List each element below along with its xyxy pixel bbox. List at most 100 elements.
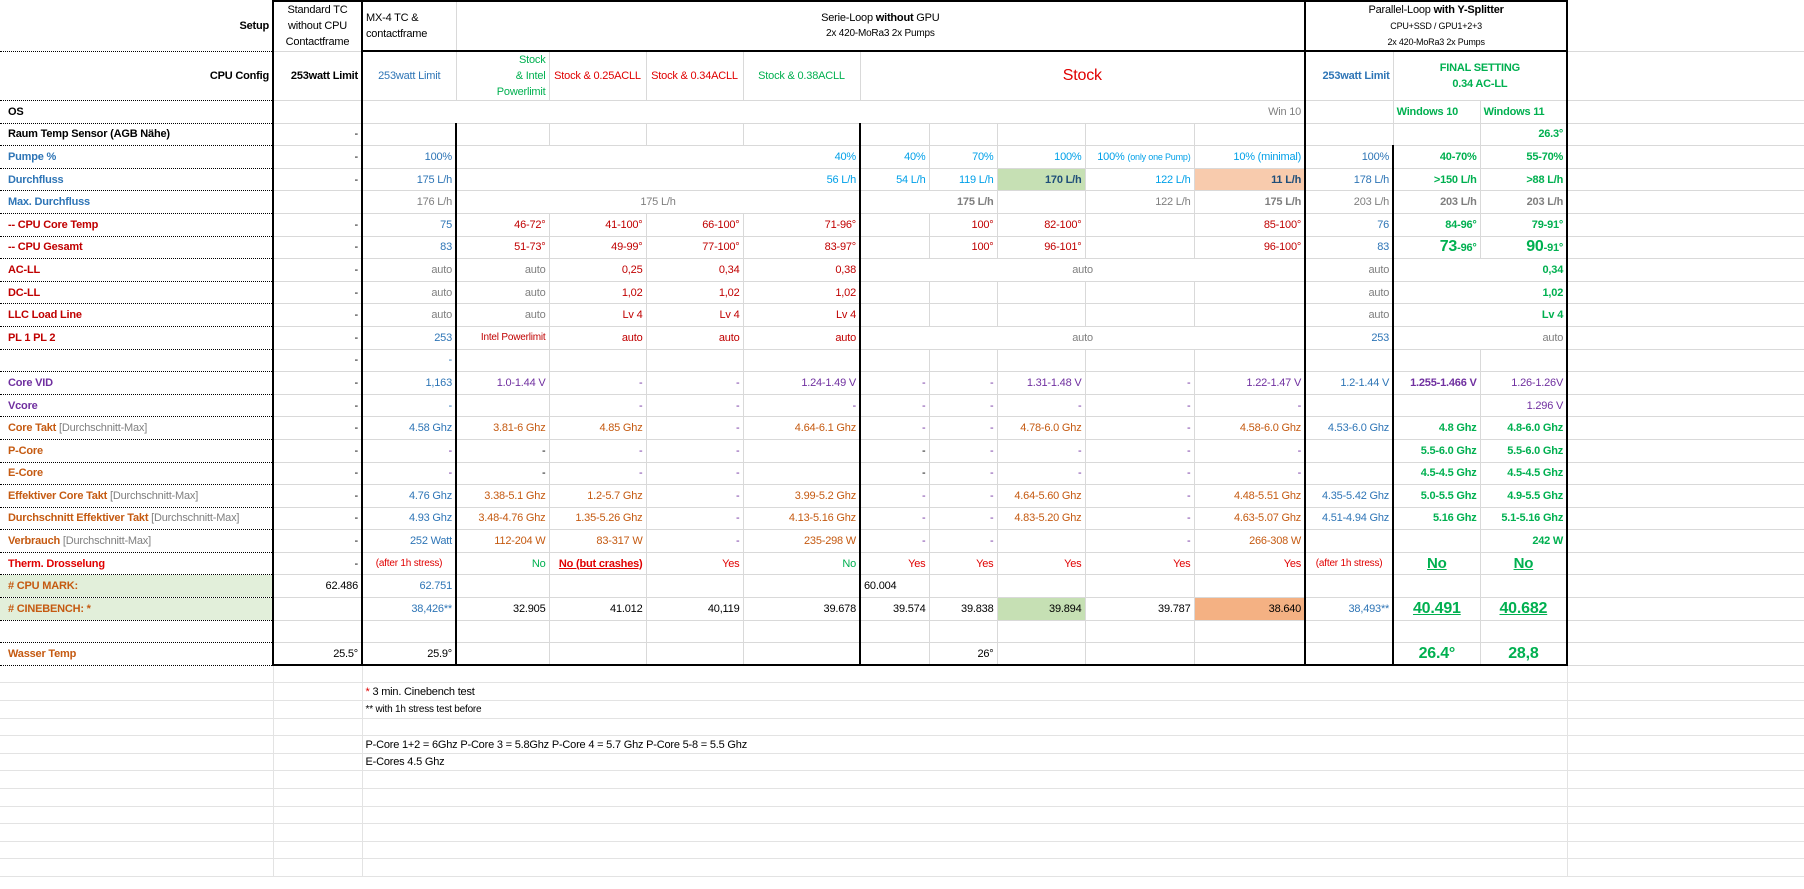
row-label: CPU Config bbox=[0, 51, 273, 101]
text-part: 3 min. Cinebench test bbox=[372, 685, 475, 698]
cell-text: 4.51-4.94 Ghz bbox=[1321, 512, 1390, 525]
cell-text: 76 bbox=[1377, 218, 1390, 231]
cell-text: 1,02 bbox=[1542, 286, 1564, 299]
row-label-text: Wasser Temp bbox=[8, 648, 77, 661]
table-row: Vcore - - - - - - - - - - 1.296 V bbox=[0, 393, 1804, 418]
cell-text: 83 bbox=[1377, 241, 1390, 254]
cell-text: 25.5° bbox=[333, 647, 358, 660]
cell-line: Serie-Loop without GPU bbox=[460, 10, 1302, 26]
cell-text: - bbox=[1187, 489, 1191, 502]
cell bbox=[1304, 461, 1394, 486]
cell bbox=[928, 619, 998, 644]
cell bbox=[1566, 823, 1804, 842]
cell-text: 4.35-5.42 Ghz bbox=[1321, 489, 1390, 502]
cell: 83 bbox=[361, 235, 457, 260]
cell-text: 122 L/h bbox=[1155, 196, 1191, 209]
cell-text: - bbox=[448, 399, 453, 412]
table-row: Therm. Drosselung - (after 1h stress) No No … bbox=[0, 551, 1804, 576]
cell-text: 26.4° bbox=[1418, 644, 1456, 662]
cell bbox=[1566, 281, 1804, 305]
cell-text: 3.48-4.76 Ghz bbox=[478, 512, 546, 525]
cell: auto bbox=[361, 280, 457, 305]
cell: 253watt Limit bbox=[1304, 50, 1394, 101]
cell: MX-4 TC & contactframe bbox=[361, 0, 457, 52]
cell-text: 1,02 bbox=[835, 286, 856, 299]
cell: No bbox=[455, 551, 550, 576]
cell-text: No bbox=[1513, 555, 1534, 573]
cell bbox=[996, 348, 1086, 373]
cell-text: Intel Powerlimit bbox=[480, 332, 546, 344]
cell bbox=[1566, 123, 1804, 147]
cell: - bbox=[928, 371, 998, 395]
cell-text: 1.255-1.466 V bbox=[1410, 376, 1477, 389]
cell-text: 40.682 bbox=[1499, 599, 1548, 617]
cell-text: 235-298 W bbox=[803, 535, 856, 548]
cell-line: Stock bbox=[460, 52, 546, 68]
cell: 100° bbox=[928, 235, 998, 260]
table-row: Verbrauch [Durchschnitt-Max] - 252 Watt 112… bbox=[0, 529, 1804, 553]
cell-text: - bbox=[736, 376, 740, 389]
cell: 56 L/h bbox=[455, 167, 861, 192]
cell bbox=[1566, 371, 1804, 395]
cell: 1,163 bbox=[361, 371, 457, 395]
cell: 175 L/h bbox=[361, 167, 457, 192]
cell-text: 96-101° bbox=[1044, 241, 1082, 254]
cell: 4.8 Ghz bbox=[1392, 416, 1481, 440]
cell-text: 66-100° bbox=[702, 218, 740, 231]
cell: - bbox=[996, 438, 1086, 463]
cell-line: FINAL SETTING bbox=[1397, 60, 1564, 76]
cell: - bbox=[361, 438, 457, 463]
table-row: Core Takt [Durchschnitt-Max] - 4.58 Ghz 3.8… bbox=[0, 416, 1804, 440]
cell: 32.905 bbox=[455, 597, 550, 621]
cell bbox=[1566, 439, 1804, 463]
cell: 83-317 W bbox=[548, 529, 647, 553]
note-row bbox=[0, 788, 1804, 807]
cell-text: No bbox=[842, 557, 856, 570]
text-part: Serie-Loop bbox=[821, 12, 876, 24]
note-row: E-Cores 4.5 Ghz bbox=[0, 752, 1804, 772]
cell-text: Windows 11 bbox=[1483, 105, 1545, 118]
cell: No bbox=[1392, 551, 1481, 576]
cell: - bbox=[859, 529, 930, 553]
cell: 38,426** bbox=[361, 597, 457, 621]
cell bbox=[1304, 348, 1394, 373]
cell-text: 1.2-5.7 Ghz bbox=[587, 489, 643, 502]
cell-text: 100% bbox=[1361, 150, 1390, 163]
row-label-text: Setup bbox=[239, 19, 269, 32]
cell-text: 85-100° bbox=[1263, 218, 1302, 231]
cell: 84-96° bbox=[1392, 212, 1481, 237]
cell: 4.5-4.5 Ghz bbox=[1479, 461, 1568, 486]
row-label-sub: [Durchschnitt-Max] bbox=[107, 489, 199, 502]
row-label: -- CPU Core Temp bbox=[0, 213, 273, 237]
cell bbox=[1084, 212, 1195, 237]
cell: - bbox=[645, 438, 744, 463]
cell-text: 38,426** bbox=[411, 602, 452, 615]
cell-text: - bbox=[354, 535, 359, 548]
cell: 4.83-5.20 Ghz bbox=[996, 506, 1086, 531]
note-row: * 3 min. Cinebench test bbox=[0, 682, 1804, 702]
cell: 4.13-5.16 Ghz bbox=[742, 506, 861, 531]
cell bbox=[742, 619, 861, 644]
cell-text: 1,163 bbox=[425, 376, 452, 389]
cell: 253 bbox=[1304, 325, 1394, 350]
note-row bbox=[0, 770, 1804, 789]
cell-text: 5.1-5.16 Ghz bbox=[1501, 512, 1564, 525]
note-row bbox=[0, 805, 1804, 825]
cell-text: 175 L/h bbox=[640, 196, 676, 209]
cell-text: 0,38 bbox=[835, 263, 856, 276]
cell: 4.9-5.5 Ghz bbox=[1479, 484, 1568, 508]
cell-text: 266-308 W bbox=[1249, 535, 1302, 548]
cell: - bbox=[272, 145, 363, 169]
cell-text: 4.9-5.5 Ghz bbox=[1507, 489, 1564, 502]
cell bbox=[272, 190, 363, 214]
row-label-text: PL 1 PL 2 bbox=[8, 331, 56, 344]
cell-text: Yes bbox=[1064, 557, 1082, 570]
cell: 60.004 bbox=[859, 574, 930, 599]
cell bbox=[361, 619, 457, 644]
cell: 1.2-5.7 Ghz bbox=[548, 484, 647, 508]
cell: 1,02 bbox=[742, 280, 861, 305]
row-label bbox=[0, 841, 273, 860]
row-label bbox=[0, 718, 273, 737]
note-text-cell bbox=[361, 717, 1568, 737]
cell-text: - bbox=[922, 444, 926, 457]
